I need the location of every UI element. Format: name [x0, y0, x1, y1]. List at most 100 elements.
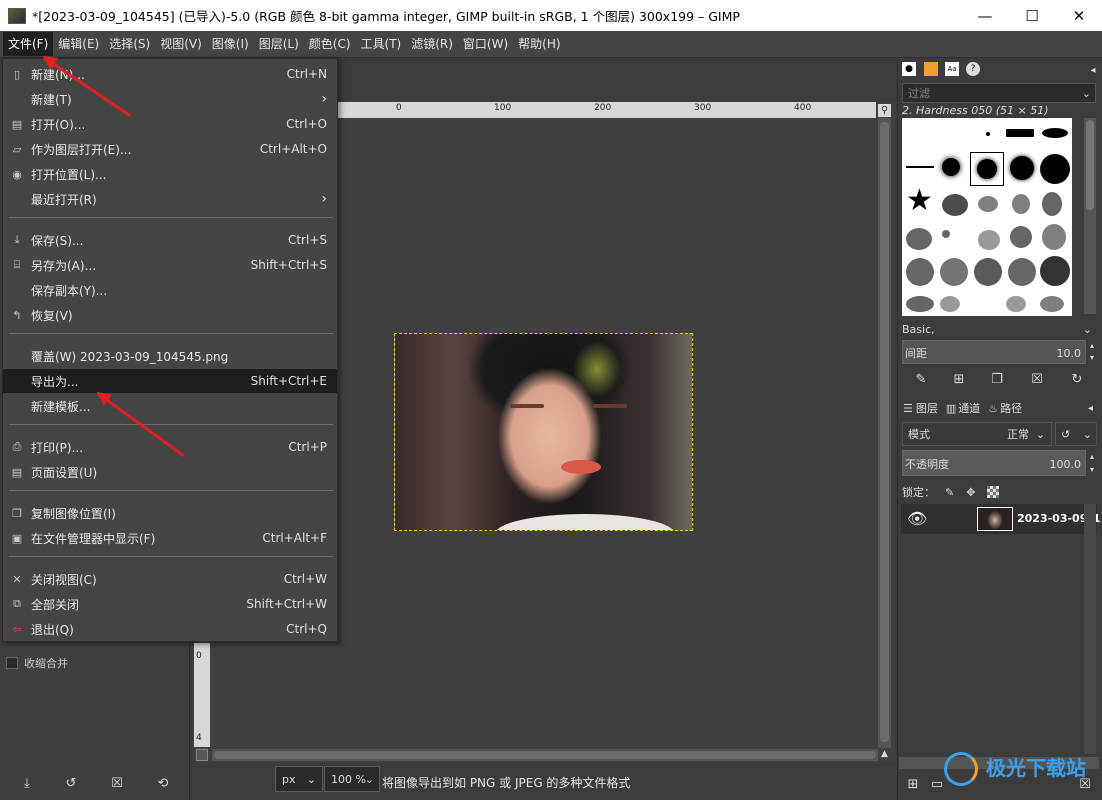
- menu-edit[interactable]: 编辑(E): [53, 32, 104, 56]
- lock-alpha-icon[interactable]: [987, 486, 1000, 498]
- minimize-button[interactable]: —: [962, 0, 1008, 31]
- brush-scrollbar[interactable]: [1084, 118, 1096, 314]
- opacity-slider[interactable]: 不透明度 100.0: [902, 450, 1086, 476]
- edit-brush-icon[interactable]: ✎: [912, 371, 930, 389]
- menu-item-close-all[interactable]: ⧉ 全部关闭 Shift+Ctrl+W: [3, 592, 337, 616]
- save-tool-preset-icon[interactable]: ⤓: [18, 775, 36, 793]
- layers-scrollbar[interactable]: [1084, 504, 1096, 754]
- brush-filter-input[interactable]: 过滤 ⌄: [902, 83, 1096, 103]
- maximize-button[interactable]: ☐: [1009, 0, 1055, 31]
- brush-item[interactable]: [1008, 258, 1036, 286]
- delete-brush-icon[interactable]: ☒: [1028, 371, 1046, 389]
- refresh-brushes-icon[interactable]: ↻: [1068, 371, 1086, 389]
- lock-position-icon[interactable]: ✥: [966, 486, 975, 499]
- menu-item-copy-location[interactable]: ❐ 复制图像位置(I): [3, 501, 337, 525]
- spacing-slider[interactable]: 间距 10.0: [902, 340, 1086, 364]
- brush-item[interactable]: [978, 230, 1000, 250]
- brush-item[interactable]: [1040, 256, 1070, 286]
- menu-item-open-as-layers[interactable]: ▱ 作为图层打开(E)... Ctrl+Alt+O: [3, 137, 337, 161]
- menu-item-show-in-file-manager[interactable]: ▣ 在文件管理器中显示(F) Ctrl+Alt+F: [3, 526, 337, 550]
- brush-item[interactable]: [986, 132, 990, 136]
- layer-row[interactable]: 👁 2023-03-09_1: [901, 504, 1101, 534]
- brush-item[interactable]: [942, 158, 960, 176]
- spacing-spin-icon[interactable]: ▴ ▾: [1087, 340, 1097, 364]
- close-button[interactable]: ✕: [1056, 0, 1102, 31]
- duplicate-brush-icon[interactable]: ❐: [988, 371, 1006, 389]
- unit-selector[interactable]: px ⌄: [275, 766, 323, 792]
- brush-item[interactable]: [906, 258, 934, 286]
- composite-mode-selector[interactable]: ↺ ⌄: [1055, 422, 1097, 446]
- brush-item[interactable]: [906, 228, 932, 250]
- brush-item[interactable]: [940, 258, 968, 286]
- brush-grid[interactable]: ★: [902, 118, 1072, 316]
- brush-item[interactable]: [974, 258, 1002, 286]
- reset-tool-options-icon[interactable]: ⟲: [154, 775, 172, 793]
- brush-item[interactable]: [1042, 224, 1066, 250]
- menu-item-recent[interactable]: 最近打开(R) ›: [3, 187, 337, 211]
- menu-item-save-copy[interactable]: 保存副本(Y)...: [3, 278, 337, 302]
- menu-item-new-submenu[interactable]: 新建(T) ›: [3, 87, 337, 111]
- scrollbar-thumb[interactable]: [214, 751, 876, 759]
- help-tab-icon[interactable]: ?: [966, 62, 980, 76]
- menu-select[interactable]: 选择(S): [104, 32, 155, 56]
- menu-layer[interactable]: 图层(L): [254, 32, 304, 56]
- brush-item[interactable]: [906, 296, 934, 312]
- new-layer-icon[interactable]: ⊞: [904, 776, 922, 794]
- brush-item[interactable]: [940, 296, 960, 312]
- font-tab-icon[interactable]: Aa: [945, 62, 959, 76]
- brush-item[interactable]: [1006, 296, 1026, 312]
- brush-item[interactable]: [942, 230, 950, 238]
- menu-tools[interactable]: 工具(T): [356, 32, 407, 56]
- menu-item-save-as[interactable]: ⌸ 另存为(A)... Shift+Ctrl+S: [3, 253, 337, 277]
- brush-item[interactable]: [1006, 129, 1034, 137]
- brush-item[interactable]: [1042, 128, 1068, 138]
- brush-preset-selector[interactable]: Basic, ⌄: [902, 320, 1096, 338]
- menu-item-open[interactable]: ▤ 打开(O)... Ctrl+O: [3, 112, 337, 136]
- brush-item[interactable]: [978, 196, 998, 212]
- menu-view[interactable]: 视图(V): [155, 32, 207, 56]
- zoom-selector[interactable]: 100 % ⌄: [324, 766, 380, 792]
- opacity-spin-icon[interactable]: ▴ ▾: [1087, 450, 1097, 476]
- menu-windows[interactable]: 窗口(W): [458, 32, 513, 56]
- visibility-eye-icon[interactable]: 👁: [907, 509, 927, 528]
- delete-tool-preset-icon[interactable]: ☒: [108, 775, 126, 793]
- tab-channels[interactable]: 通道: [958, 400, 980, 416]
- menu-item-close-view[interactable]: ✕ 关闭视图(C) Ctrl+W: [3, 567, 337, 591]
- menu-filters[interactable]: 滤镜(R): [406, 32, 458, 56]
- tab-paths[interactable]: 路径: [1000, 400, 1022, 416]
- brush-item[interactable]: [906, 166, 934, 168]
- menu-help[interactable]: 帮助(H): [513, 32, 565, 56]
- menu-item-quit[interactable]: ⇦ 退出(Q) Ctrl+Q: [3, 617, 337, 641]
- menu-image[interactable]: 图像(I): [207, 32, 254, 56]
- brush-item[interactable]: [1010, 226, 1032, 248]
- brush-item[interactable]: [942, 194, 968, 216]
- vertical-scrollbar[interactable]: [878, 118, 891, 748]
- lock-pixels-icon[interactable]: ✎: [945, 486, 954, 499]
- zoom-navigate-icon[interactable]: ⚲: [878, 104, 891, 117]
- menu-item-revert[interactable]: ↰ 恢复(V): [3, 303, 337, 327]
- new-brush-icon[interactable]: ⊞: [950, 371, 968, 389]
- horizontal-scrollbar[interactable]: [212, 749, 878, 761]
- menu-item-export-as[interactable]: 导出为... Shift+Ctrl+E: [3, 369, 337, 393]
- brush-item[interactable]: [1012, 194, 1030, 214]
- merge-checkbox[interactable]: [6, 657, 18, 669]
- menu-item-new-template[interactable]: 新建模板...: [3, 394, 337, 418]
- merge-checkbox-row[interactable]: 收缩合并: [6, 655, 68, 671]
- configure-tab-icon[interactable]: ◂: [1088, 403, 1093, 414]
- scroll-up-arrow-icon[interactable]: ▲: [878, 749, 891, 761]
- menu-item-open-location[interactable]: ◉ 打开位置(L)...: [3, 162, 337, 186]
- menu-colors[interactable]: 颜色(C): [304, 32, 356, 56]
- restore-tool-preset-icon[interactable]: ↺: [62, 775, 80, 793]
- brush-item[interactable]: [1010, 156, 1034, 180]
- scrollbar-thumb[interactable]: [880, 122, 889, 742]
- layer-mode-selector[interactable]: 模式 正常 ⌄: [902, 422, 1052, 446]
- menu-item-page-setup[interactable]: ▤ 页面设置(U): [3, 460, 337, 484]
- brush-item[interactable]: [1040, 296, 1064, 312]
- star-brush-icon[interactable]: ★: [906, 186, 933, 216]
- configure-tab-icon[interactable]: ◂: [1084, 62, 1102, 80]
- brush-item[interactable]: [1040, 154, 1070, 184]
- menu-item-overwrite[interactable]: 覆盖(W) 2023-03-09_104545.png: [3, 344, 337, 368]
- selected-brush[interactable]: [970, 152, 1004, 186]
- brush-tab-icon[interactable]: ●: [902, 62, 916, 76]
- pattern-tab-icon[interactable]: [924, 62, 938, 76]
